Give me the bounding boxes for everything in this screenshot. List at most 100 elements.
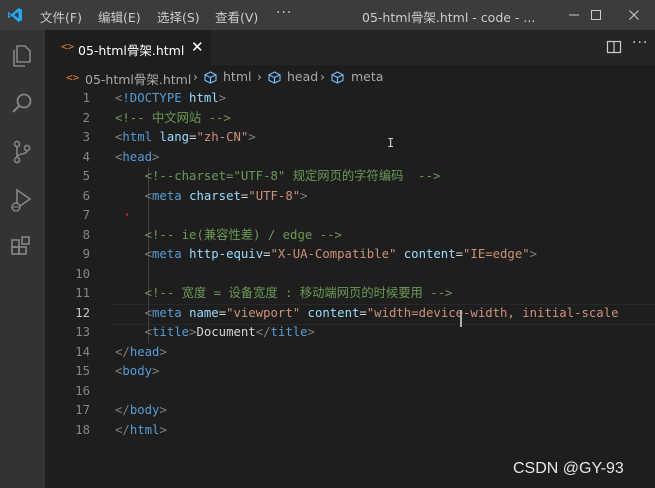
line-number: 10 (75, 266, 90, 281)
code-line[interactable]: 2 <!-- 中文网站 --> (45, 109, 655, 129)
code-line[interactable]: 13 <title>Document</title> (45, 323, 655, 343)
tab-05-html[interactable]: <> 05-html骨架.html ✕ (45, 30, 211, 65)
line-code: <!DOCTYPE html> (115, 89, 226, 109)
code-token: <!-- 中文网站 --> (115, 110, 231, 125)
line-number: 18 (75, 422, 90, 437)
split-editor-icon[interactable] (606, 39, 622, 55)
watermark: CSDN @GY-93 (513, 460, 624, 477)
code-line[interactable]: 6 <meta charset="UTF-8"> (45, 187, 655, 207)
line-number: 8 (82, 227, 90, 242)
code-token: http-equiv (189, 247, 264, 261)
line-number: 13 (75, 325, 90, 339)
line-number: 12 (75, 305, 90, 320)
code-line[interactable]: 8 <!-- ie(兼容性差) / edge --> (45, 226, 655, 246)
tab-label: 05-html骨架.html (78, 43, 185, 58)
code-token: !DOCTYPE (122, 91, 182, 105)
line-code: <body> (115, 362, 159, 382)
code-token: name (189, 305, 219, 320)
line-code: <!-- ie(兼容性差) / edge --> (115, 226, 342, 246)
window-title: 05-html骨架.html - code - ... (362, 10, 536, 25)
line-number: 4 (82, 149, 90, 164)
code-token: html (129, 422, 160, 437)
code-token: meta (152, 247, 182, 261)
code-line[interactable]: 14 </head> (45, 343, 655, 363)
source-control-icon[interactable] (8, 138, 36, 166)
tab-bar: <> 05-html骨架.html ✕ ··· (45, 30, 655, 65)
code-line[interactable]: 18 </html> (45, 421, 655, 441)
close-window-button[interactable] (612, 0, 655, 30)
code-line[interactable]: 3 <html lang="zh-CN"> (45, 128, 655, 148)
maximize-icon (591, 10, 601, 20)
code-token: > (159, 403, 167, 417)
breadcrumb-item-html[interactable]: html (223, 69, 251, 84)
html-file-icon: <> (61, 40, 75, 53)
line-code: <!-- 宽度 = 设备宽度 : 移动端网页的时候要用 --> (115, 284, 453, 304)
code-line[interactable]: 16 (45, 382, 655, 402)
more-actions-icon[interactable]: ··· (632, 35, 648, 51)
code-token: html (189, 91, 219, 105)
code-line[interactable]: 10 (45, 265, 655, 285)
extensions-icon[interactable] (8, 234, 36, 262)
line-code: </body> (115, 401, 167, 421)
code-line[interactable]: 7 (45, 206, 655, 226)
code-token: > (152, 364, 160, 378)
menu-selection[interactable]: 选择(S) (157, 7, 200, 26)
code-token: > (159, 422, 167, 437)
code-token: body (129, 403, 160, 417)
run-debug-icon[interactable] (8, 186, 36, 214)
code-token: <!--charset="UTF-8" 规定网页的字符编码 --> (144, 169, 441, 183)
code-token: = (218, 305, 227, 320)
menu-edit[interactable]: 编辑(E) (98, 7, 141, 26)
cube-icon (204, 71, 217, 84)
code-line[interactable]: 9 <meta http-equiv="X-UA-Compatible" con… (45, 245, 655, 265)
code-editor[interactable]: 1 <!DOCTYPE html> 2 <!-- 中文网站 --> 3 <html lan… (45, 89, 655, 488)
code-token: </ (115, 403, 130, 417)
code-token: "X-UA-Compatible" (270, 247, 397, 261)
code-line[interactable]: 4 <head> (45, 148, 655, 168)
code-line[interactable]: 15 <body> (45, 362, 655, 382)
code-token: > (300, 188, 308, 203)
code-token: > (248, 130, 256, 144)
activity-bar (0, 30, 45, 488)
search-icon[interactable] (8, 90, 36, 118)
line-number: 17 (75, 403, 90, 417)
breadcrumb-item-meta[interactable]: meta (351, 69, 383, 84)
code-token: < (144, 305, 153, 320)
menu-more[interactable]: ··· (276, 5, 292, 21)
line-code: <html lang="zh-CN"> (115, 128, 256, 148)
line-code: <meta http-equiv="X-UA-Compatible" conte… (115, 245, 537, 265)
line-number: 6 (82, 188, 90, 203)
code-token: = (359, 305, 367, 320)
code-line[interactable]: 1 <!DOCTYPE html> (45, 89, 655, 109)
line-number: 5 (82, 169, 90, 183)
html-file-icon: <> (66, 71, 80, 84)
code-token: <!-- ie(兼容性差) / edge --> (144, 227, 342, 242)
code-line[interactable]: 17 </body> (45, 401, 655, 421)
breadcrumb-file[interactable]: 05-html骨架.html (85, 69, 191, 88)
code-token: charset (189, 188, 241, 203)
explorer-icon[interactable] (8, 42, 36, 70)
code-token: title (152, 325, 190, 339)
code-token: body (122, 364, 153, 378)
line-number: 3 (82, 130, 90, 144)
code-token: > (152, 149, 160, 164)
line-number: 15 (75, 364, 90, 378)
line-code: <title>Document</title> (115, 323, 315, 343)
code-line[interactable]: 12 <meta name="viewport" content="width=… (45, 304, 655, 324)
line-number: 14 (75, 344, 90, 359)
line-number: 1 (82, 91, 90, 105)
menu-file[interactable]: 文件(F) (40, 7, 82, 26)
code-line[interactable]: 5 <!--charset="UTF-8" 规定网页的字符编码 --> (45, 167, 655, 187)
line-number: 2 (82, 110, 90, 125)
code-line[interactable]: 11 <!-- 宽度 = 设备宽度 : 移动端网页的时候要用 --> (45, 284, 655, 304)
tab-close-icon[interactable]: ✕ (191, 38, 204, 56)
breadcrumb-item-head[interactable]: head (287, 69, 318, 84)
code-token: "IE=edge" (463, 247, 530, 261)
menu-view[interactable]: 查看(V) (215, 7, 258, 26)
code-token: Document (196, 325, 256, 339)
